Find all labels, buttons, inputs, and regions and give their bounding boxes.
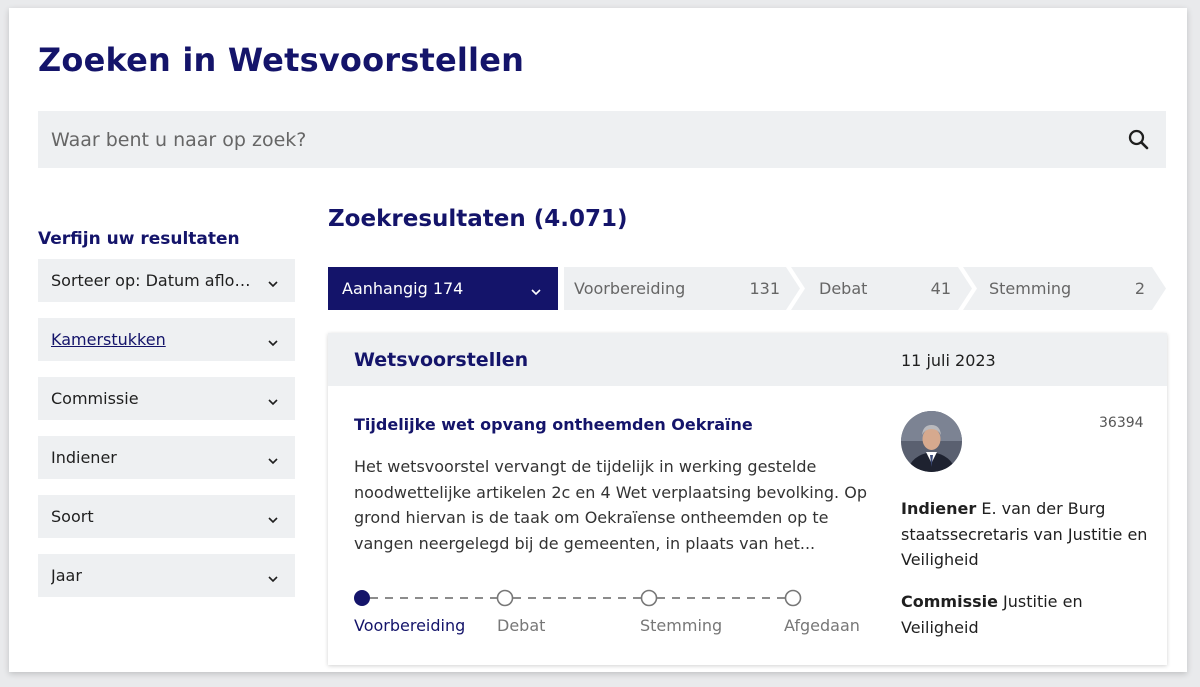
indiener-info: Indiener E. van der Burg staatssecretari…	[901, 496, 1151, 573]
progress-step-dot-voorbereiding	[354, 590, 370, 606]
filter-kamerstukken[interactable]: Kamerstukken	[38, 318, 295, 361]
progress-step-stemming: Stemming	[640, 616, 723, 635]
progress-tracker: Voorbereiding Debat Stemming Afgedaan	[328, 583, 888, 643]
stage-tabs: Aanhangig 174 Voorbereiding 131 Debat 41…	[328, 267, 1168, 310]
chevron-down-icon	[267, 452, 279, 465]
stage-count-voorbereiding: 131	[749, 279, 780, 298]
filter-soort-label: Soort	[51, 507, 94, 526]
sort-dropdown[interactable]: Sorteer op: Datum aflop...	[38, 259, 295, 302]
filter-commissie-label: Commissie	[51, 389, 139, 408]
stage-tab-debat[interactable]: Debat	[819, 279, 867, 298]
result-card: Wetsvoorstellen 11 juli 2023 Tijdelijke …	[328, 333, 1167, 665]
filter-soort[interactable]: Soort	[38, 495, 295, 538]
chevron-down-icon	[267, 393, 279, 406]
progress-step-dot-debat	[496, 589, 514, 607]
stage-tab-stemming[interactable]: Stemming	[989, 279, 1071, 298]
result-card-type: Wetsvoorstellen	[354, 349, 529, 371]
page-frame: Zoeken in Wetsvoorstellen Verfijn uw res…	[9, 8, 1187, 672]
stage-tab-aanhangig-label: Aanhangig 174	[342, 279, 464, 298]
sort-dropdown-label: Sorteer op: Datum aflop...	[51, 271, 256, 290]
filter-commissie[interactable]: Commissie	[38, 377, 295, 420]
page-title: Zoeken in Wetsvoorstellen	[38, 41, 525, 79]
filter-kamerstukken-label: Kamerstukken	[51, 330, 166, 349]
commissie-label: Commissie	[901, 592, 998, 611]
result-card-number: 36394	[1099, 415, 1144, 431]
avatar	[901, 411, 962, 472]
progress-step-debat: Debat	[497, 616, 546, 635]
stage-count-debat: 41	[930, 279, 951, 298]
search-bar	[38, 111, 1166, 168]
result-card-title[interactable]: Tijdelijke wet opvang ontheemden Oekraïn…	[354, 415, 753, 434]
stage-tab-aanhangig[interactable]: Aanhangig 174	[328, 267, 558, 310]
progress-step-afgedaan: Afgedaan	[784, 616, 860, 635]
progress-step-voorbereiding: Voorbereiding	[354, 616, 466, 635]
chevron-down-icon	[267, 570, 279, 583]
chevron-down-icon	[267, 275, 279, 288]
result-card-date: 11 juli 2023	[901, 351, 996, 370]
filter-indiener-label: Indiener	[51, 448, 117, 467]
search-icon[interactable]	[1126, 127, 1152, 153]
results-title: Zoekresultaten (4.071)	[328, 206, 628, 232]
chevron-down-icon	[530, 283, 542, 296]
progress-step-dot-stemming	[640, 589, 658, 607]
progress-step-dot-afgedaan	[784, 589, 802, 607]
progress-line	[354, 589, 802, 607]
result-card-header: Wetsvoorstellen 11 juli 2023	[328, 333, 1167, 386]
indiener-label: Indiener	[901, 499, 977, 518]
refine-title: Verfijn uw resultaten	[38, 229, 240, 249]
commissie-info: Commissie Justitie en Veiligheid	[901, 589, 1151, 640]
filter-jaar[interactable]: Jaar	[38, 554, 295, 597]
stage-count-stemming: 2	[1134, 279, 1145, 298]
filter-jaar-label: Jaar	[51, 566, 82, 585]
chevron-down-icon	[267, 511, 279, 524]
stage-tab-voorbereiding[interactable]: Voorbereiding	[574, 279, 685, 298]
filter-indiener[interactable]: Indiener	[38, 436, 295, 479]
result-card-description: Het wetsvoorstel vervangt de tijdelijk i…	[354, 457, 867, 553]
search-input[interactable]	[38, 111, 1108, 168]
chevron-down-icon	[267, 334, 279, 347]
